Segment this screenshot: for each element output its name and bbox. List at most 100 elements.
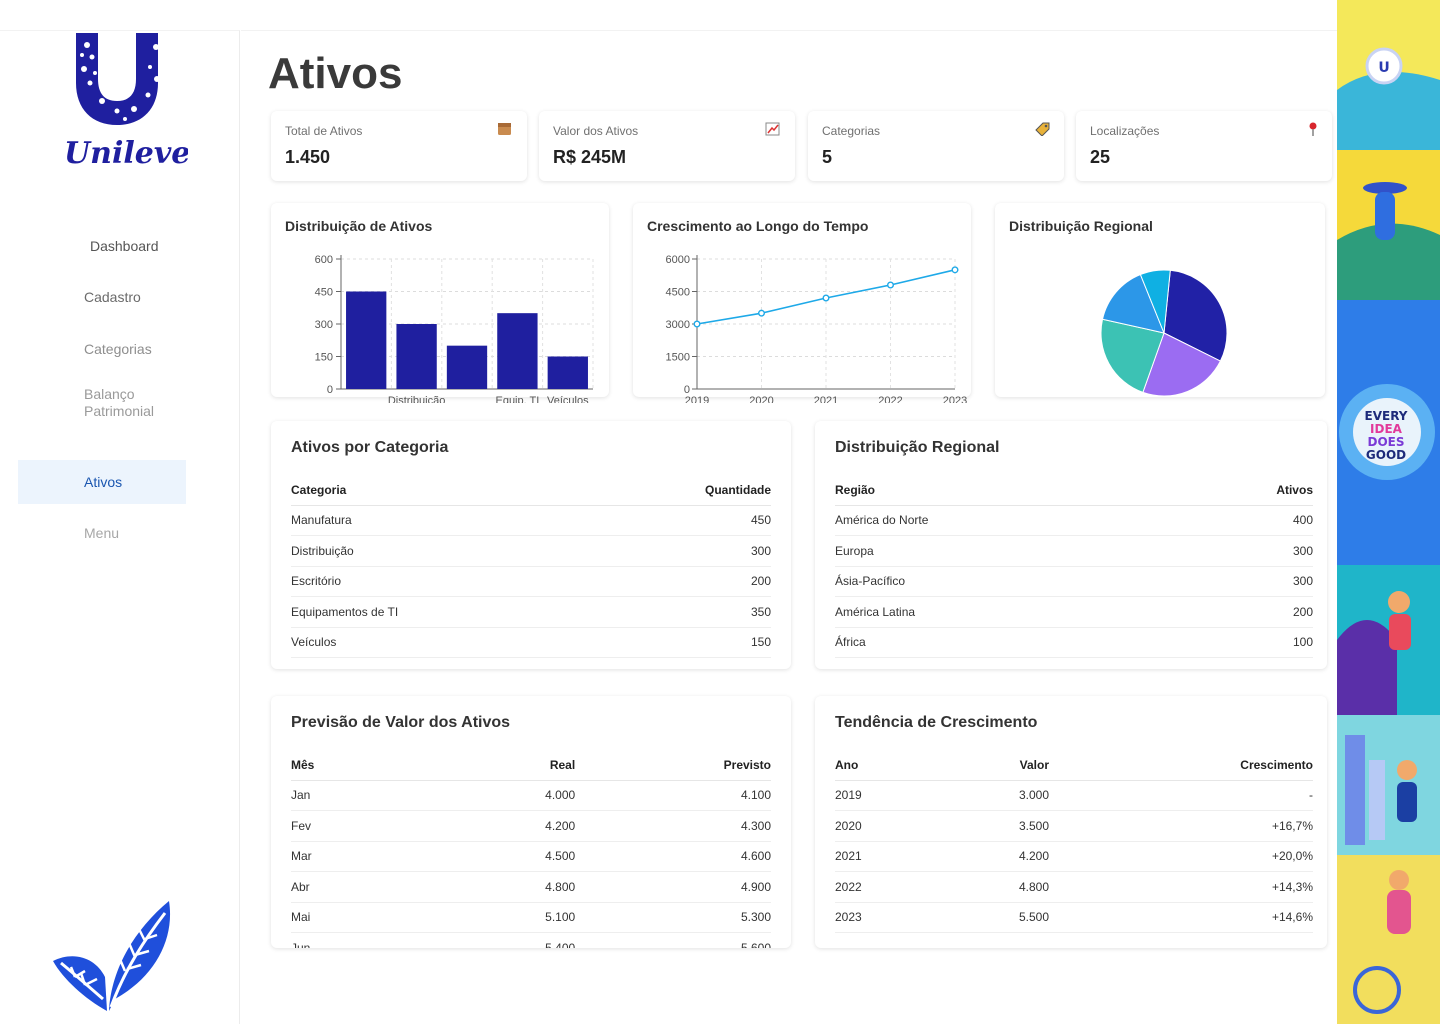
table-header[interactable]: Mês (291, 750, 451, 781)
x-tick-label: Veículos (547, 395, 589, 403)
table-cell: 4.200 (955, 841, 1049, 872)
y-tick-label: 0 (327, 384, 333, 396)
table-row[interactable]: 2021 4.200 +20,0% (835, 841, 1313, 872)
table-cell: Mai (291, 902, 451, 933)
table-row[interactable]: Europa 300 (835, 535, 1313, 567)
sidebar-item-balanco-patrimonial[interactable]: Balanço Patrimonial (18, 386, 186, 420)
stat-label: Localizações (1090, 124, 1160, 138)
page-title: Ativos (268, 49, 403, 98)
bar (497, 313, 538, 389)
table-row[interactable]: Distribuição 300 (291, 535, 771, 567)
y-tick-label: 1500 (666, 352, 690, 364)
bar (346, 291, 387, 389)
app: Unilever Dashboard Cadastro Categorias B… (0, 0, 1440, 1024)
table-row[interactable]: 2019 3.000- (835, 780, 1313, 811)
table-header[interactable]: Real (451, 750, 576, 781)
table-cell: 2020 (835, 810, 955, 842)
table-row[interactable]: Mai 5.100 5.300 (291, 902, 771, 933)
svg-text:U: U (1378, 60, 1389, 76)
x-tick-label: 2022 (878, 395, 902, 403)
sidebar-item-ativos[interactable]: Ativos (18, 460, 186, 504)
table-row[interactable]: 2023 5.500 +14,6% (835, 902, 1313, 933)
pie-chart-card: Distribuição Regional (995, 203, 1325, 397)
x-tick-label: 2020 (749, 395, 773, 403)
table-header[interactable]: Categoria (291, 475, 589, 506)
table-cell: 4.300 (575, 810, 771, 842)
table-cell: 100 (1178, 627, 1313, 658)
table-row[interactable]: América do Norte 400 (835, 505, 1313, 536)
illustration-strip: U EVERY IDEA DOES GOOD (1337, 0, 1440, 1024)
tendencia-table-title: Tendência de Crescimento (835, 714, 1038, 731)
bar (547, 356, 588, 389)
regional-table: Região Ativos América do Norte 400 Europa… (835, 475, 1313, 658)
data-point (951, 266, 959, 274)
tendencia-table: Ano Valor Crescimento 2019 3.000- 2020 3.5… (835, 750, 1313, 933)
table-cell: Jun (291, 932, 451, 948)
table-row[interactable]: Jan 4.000 4.100 (291, 780, 771, 811)
sidebar-item-menu[interactable]: Menu (18, 525, 119, 541)
table-header[interactable]: Região (835, 475, 1179, 506)
table-cell: 200 (1178, 596, 1313, 628)
categoria-table-card: Ativos por Categoria Categoria Quantidad… (271, 421, 791, 669)
table-header[interactable]: Ativos (1178, 475, 1313, 506)
table-row[interactable]: Escritório 200 (291, 566, 771, 597)
table-row[interactable]: Abr 4.800 4.900 (291, 871, 771, 903)
table-row[interactable]: América Latina 200 (835, 596, 1313, 628)
table-cell: 150 (588, 627, 771, 658)
table-cell: 4.100 (575, 780, 771, 811)
table-cell: 4.900 (575, 871, 771, 903)
table-cell: América Latina (835, 596, 1179, 628)
bar-chart-card: Distribuição de Ativos 0 150 300 450 600 Dist… (271, 203, 609, 403)
table-header[interactable]: Quantidade (588, 475, 771, 506)
table-cell: 4.500 (451, 841, 576, 872)
table-header[interactable]: Valor (955, 750, 1049, 781)
table-cell: 400 (1178, 505, 1313, 536)
stat-card-total-ativos: Total de Ativos 1.450 (271, 111, 527, 181)
table-cell: 2023 (835, 902, 955, 933)
table-cell: 4.600 (575, 841, 771, 872)
table-header[interactable]: Previsto (575, 750, 771, 781)
sidebar-item-cadastro[interactable]: Cadastro (18, 289, 141, 305)
y-tick-label: 150 (315, 352, 333, 364)
table-row[interactable]: Manufatura 450 (291, 505, 771, 536)
table-row[interactable]: Fev 4.200 4.300 (291, 810, 771, 842)
table-cell: 4.000 (451, 780, 576, 811)
categoria-table-title: Ativos por Categoria (291, 439, 449, 456)
table-row[interactable]: Equipamentos de TI 350 (291, 596, 771, 628)
table-cell: Jan (291, 780, 451, 811)
unilever-logo[interactable]: Unilever (62, 31, 188, 199)
table-cell: 2022 (835, 871, 955, 903)
table-header[interactable]: Crescimento (1049, 750, 1313, 781)
table-row[interactable]: África 100 (835, 627, 1313, 658)
stat-card-valor-ativos: Valor dos Ativos R$ 245M (539, 111, 795, 181)
table-header[interactable]: Ano (835, 750, 955, 781)
pin-icon (1308, 122, 1318, 139)
table-cell: Abr (291, 871, 451, 903)
table-cell: Escritório (291, 566, 589, 597)
stat-card-localizacoes: Localizações 25 (1076, 111, 1332, 181)
table-cell: +16,7% (1049, 810, 1313, 842)
table-row[interactable]: Ásia-Pacífico 300 (835, 566, 1313, 597)
sidebar: Unilever Dashboard Cadastro Categorias B… (0, 30, 240, 1024)
y-tick-label: 4500 (666, 287, 690, 299)
table-cell: 5.300 (575, 902, 771, 933)
table-row[interactable]: Veículos 150 (291, 627, 771, 658)
main-content: Ativos Total de Ativos 1.450 Valor dos A… (241, 30, 1337, 1024)
regional-table-title: Distribuição Regional (835, 439, 1000, 456)
table-cell: Veículos (291, 627, 589, 658)
table-cell: +14,6% (1049, 902, 1313, 933)
table-cell: 200 (588, 566, 771, 597)
table-cell: 300 (1178, 535, 1313, 567)
table-row[interactable]: 2022 4.800 +14,3% (835, 871, 1313, 903)
sidebar-item-dashboard[interactable]: Dashboard (18, 238, 159, 254)
stat-card-categorias: Categorias 5 (808, 111, 1064, 181)
previsao-table: Mês Real Previsto Jan 4.000 4.100 Fev 4.200… (291, 750, 771, 948)
table-row[interactable]: Mar 4.500 4.600 (291, 841, 771, 872)
table-cell: 350 (588, 596, 771, 628)
table-row[interactable]: Jun 5.400 5.600 (291, 932, 771, 948)
sidebar-item-categorias[interactable]: Categorias (18, 341, 152, 357)
table-row[interactable]: 2020 3.500 +16,7% (835, 810, 1313, 842)
table-cell: 5.400 (451, 932, 576, 948)
table-cell: Ásia-Pacífico (835, 566, 1179, 597)
bar (446, 345, 488, 389)
